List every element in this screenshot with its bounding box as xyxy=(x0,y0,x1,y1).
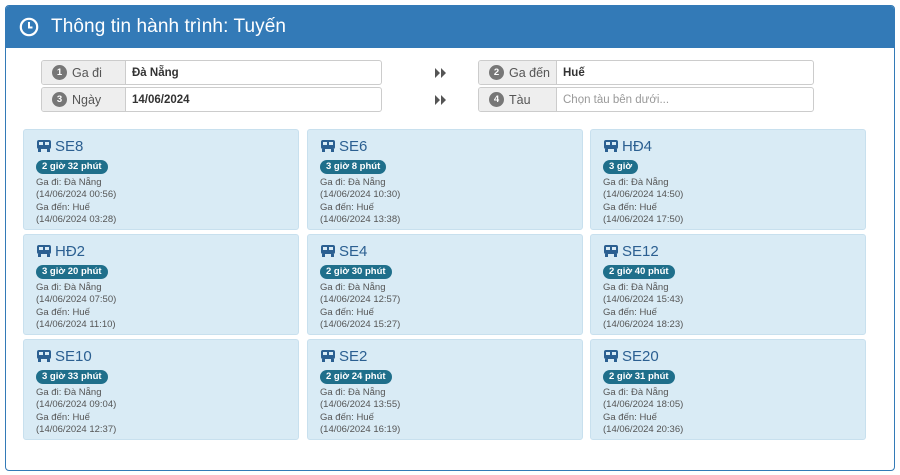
arrive-station: Ga đến: Huế xyxy=(603,306,657,318)
origin-value[interactable]: Đà Nẵng xyxy=(126,61,381,84)
depart-time: (14/06/2024 12:57) xyxy=(320,294,401,306)
depart-station: Ga đi: Đà Nẵng xyxy=(36,387,102,398)
train-card[interactable]: HĐ2 3 giờ 20 phút Ga đi: Đà Nẵng (14/06/… xyxy=(23,234,299,335)
train-name: SE20 xyxy=(622,347,659,365)
depart-station: Ga đi: Đà Nẵng xyxy=(320,282,386,293)
train-name: SE8 xyxy=(55,137,84,155)
depart-station: Ga đi: Đà Nẵng xyxy=(603,177,669,188)
page-title: Thông tin hành trình: Tuyến xyxy=(51,16,287,37)
arrive-station: Ga đến: Huế xyxy=(320,306,374,318)
step-number: 2 xyxy=(489,65,504,80)
arrive-station: Ga đến: Huế xyxy=(320,411,374,423)
depart-time: (14/06/2024 07:50) xyxy=(36,294,117,306)
bus-icon xyxy=(603,139,619,153)
bus-icon xyxy=(320,349,336,363)
duration-badge: 2 giờ 31 phút xyxy=(603,370,675,384)
train-card[interactable]: SE8 2 giờ 32 phút Ga đi: Đà Nẵng (14/06/… xyxy=(23,129,299,230)
train-name: HĐ2 xyxy=(55,242,86,260)
bus-icon xyxy=(603,349,619,363)
depart-station: Ga đi: Đà Nẵng xyxy=(603,282,669,293)
arrive-station: Ga đến: Huế xyxy=(603,201,657,213)
train-card[interactable]: SE20 2 giờ 31 phút Ga đi: Đà Nẵng (14/06… xyxy=(590,339,866,440)
train-name: SE12 xyxy=(622,242,659,260)
depart-station: Ga đi: Đà Nẵng xyxy=(36,282,102,293)
double-chevron-right-icon xyxy=(434,93,448,105)
depart-station: Ga đi: Đà Nẵng xyxy=(320,387,386,398)
arrive-station: Ga đến: Huế xyxy=(36,411,90,423)
duration-badge: 3 giờ 33 phút xyxy=(36,370,108,384)
arrive-time: (14/06/2024 15:27) xyxy=(320,318,401,330)
train-card[interactable]: SE4 2 giờ 30 phút Ga đi: Đà Nẵng (14/06/… xyxy=(307,234,583,335)
train-card[interactable]: HĐ4 3 giờ Ga đi: Đà Nẵng (14/06/2024 14:… xyxy=(590,129,866,230)
arrive-time: (14/06/2024 16:19) xyxy=(320,423,401,435)
step-number: 1 xyxy=(52,65,67,80)
duration-badge: 2 giờ 24 phút xyxy=(320,370,392,384)
step-number: 3 xyxy=(52,92,67,107)
train-name: SE2 xyxy=(339,347,368,365)
duration-badge: 2 giờ 32 phút xyxy=(36,160,108,174)
train-label: 4 Tàu xyxy=(479,88,557,111)
depart-time: (14/06/2024 18:05) xyxy=(603,399,684,411)
depart-station: Ga đi: Đà Nẵng xyxy=(603,387,669,398)
journey-form: 1 Ga đi Đà Nẵng 2 Ga đến Huế 3 Ngày 14/0… xyxy=(41,60,814,116)
depart-time: (14/06/2024 09:04) xyxy=(36,399,117,411)
origin-label: 1 Ga đi xyxy=(42,61,126,84)
train-name: SE10 xyxy=(55,347,92,365)
date-value[interactable]: 14/06/2024 xyxy=(126,88,381,111)
arrive-station: Ga đến: Huế xyxy=(320,201,374,213)
step-number: 4 xyxy=(489,92,504,107)
double-chevron-right-icon xyxy=(434,66,448,78)
depart-time: (14/06/2024 10:30) xyxy=(320,189,401,201)
depart-time: (14/06/2024 15:43) xyxy=(603,294,684,306)
arrive-time: (14/06/2024 12:37) xyxy=(36,423,117,435)
arrive-time: (14/06/2024 20:36) xyxy=(603,423,684,435)
arrive-time: (14/06/2024 17:50) xyxy=(603,213,684,225)
duration-badge: 3 giờ xyxy=(603,160,639,174)
arrive-time: (14/06/2024 03:28) xyxy=(36,213,117,225)
bus-icon xyxy=(36,244,52,258)
bus-icon xyxy=(320,139,336,153)
arrive-time: (14/06/2024 11:10) xyxy=(36,318,116,330)
arrive-time: (14/06/2024 18:23) xyxy=(603,318,684,330)
clock-icon xyxy=(19,17,39,37)
depart-time: (14/06/2024 13:55) xyxy=(320,399,401,411)
train-name: HĐ4 xyxy=(622,137,653,155)
panel-heading: Thông tin hành trình: Tuyến xyxy=(6,6,894,48)
arrive-station: Ga đến: Huế xyxy=(603,411,657,423)
train-card[interactable]: SE6 3 giờ 8 phút Ga đi: Đà Nẵng (14/06/2… xyxy=(307,129,583,230)
date-label: 3 Ngày xyxy=(42,88,126,111)
duration-badge: 3 giờ 8 phút xyxy=(320,160,387,174)
train-card[interactable]: SE2 2 giờ 24 phút Ga đi: Đà Nẵng (14/06/… xyxy=(307,339,583,440)
train-name: SE4 xyxy=(339,242,368,260)
arrive-time: (14/06/2024 13:38) xyxy=(320,213,401,225)
bus-icon xyxy=(36,139,52,153)
arrive-station: Ga đến: Huế xyxy=(36,201,90,213)
depart-station: Ga đi: Đà Nẵng xyxy=(320,177,386,188)
bus-icon xyxy=(603,244,619,258)
destination-label: 2 Ga đến xyxy=(479,61,557,84)
duration-badge: 2 giờ 40 phút xyxy=(603,265,675,279)
depart-time: (14/06/2024 00:56) xyxy=(36,189,117,201)
depart-station: Ga đi: Đà Nẵng xyxy=(36,177,102,188)
bus-icon xyxy=(36,349,52,363)
train-card[interactable]: SE12 2 giờ 40 phút Ga đi: Đà Nẵng (14/06… xyxy=(590,234,866,335)
destination-field[interactable]: 2 Ga đến Huế xyxy=(478,60,814,85)
train-select-placeholder[interactable]: Chọn tàu bên dưới... xyxy=(557,88,813,111)
date-field[interactable]: 3 Ngày 14/06/2024 xyxy=(41,87,382,112)
train-card[interactable]: SE10 3 giờ 33 phút Ga đi: Đà Nẵng (14/06… xyxy=(23,339,299,440)
destination-value[interactable]: Huế xyxy=(557,61,813,84)
depart-time: (14/06/2024 14:50) xyxy=(603,189,684,201)
duration-badge: 2 giờ 30 phút xyxy=(320,265,392,279)
arrive-station: Ga đến: Huế xyxy=(36,306,90,318)
train-field[interactable]: 4 Tàu Chọn tàu bên dưới... xyxy=(478,87,814,112)
origin-field[interactable]: 1 Ga đi Đà Nẵng xyxy=(41,60,382,85)
bus-icon xyxy=(320,244,336,258)
train-name: SE6 xyxy=(339,137,368,155)
duration-badge: 3 giờ 20 phút xyxy=(36,265,108,279)
